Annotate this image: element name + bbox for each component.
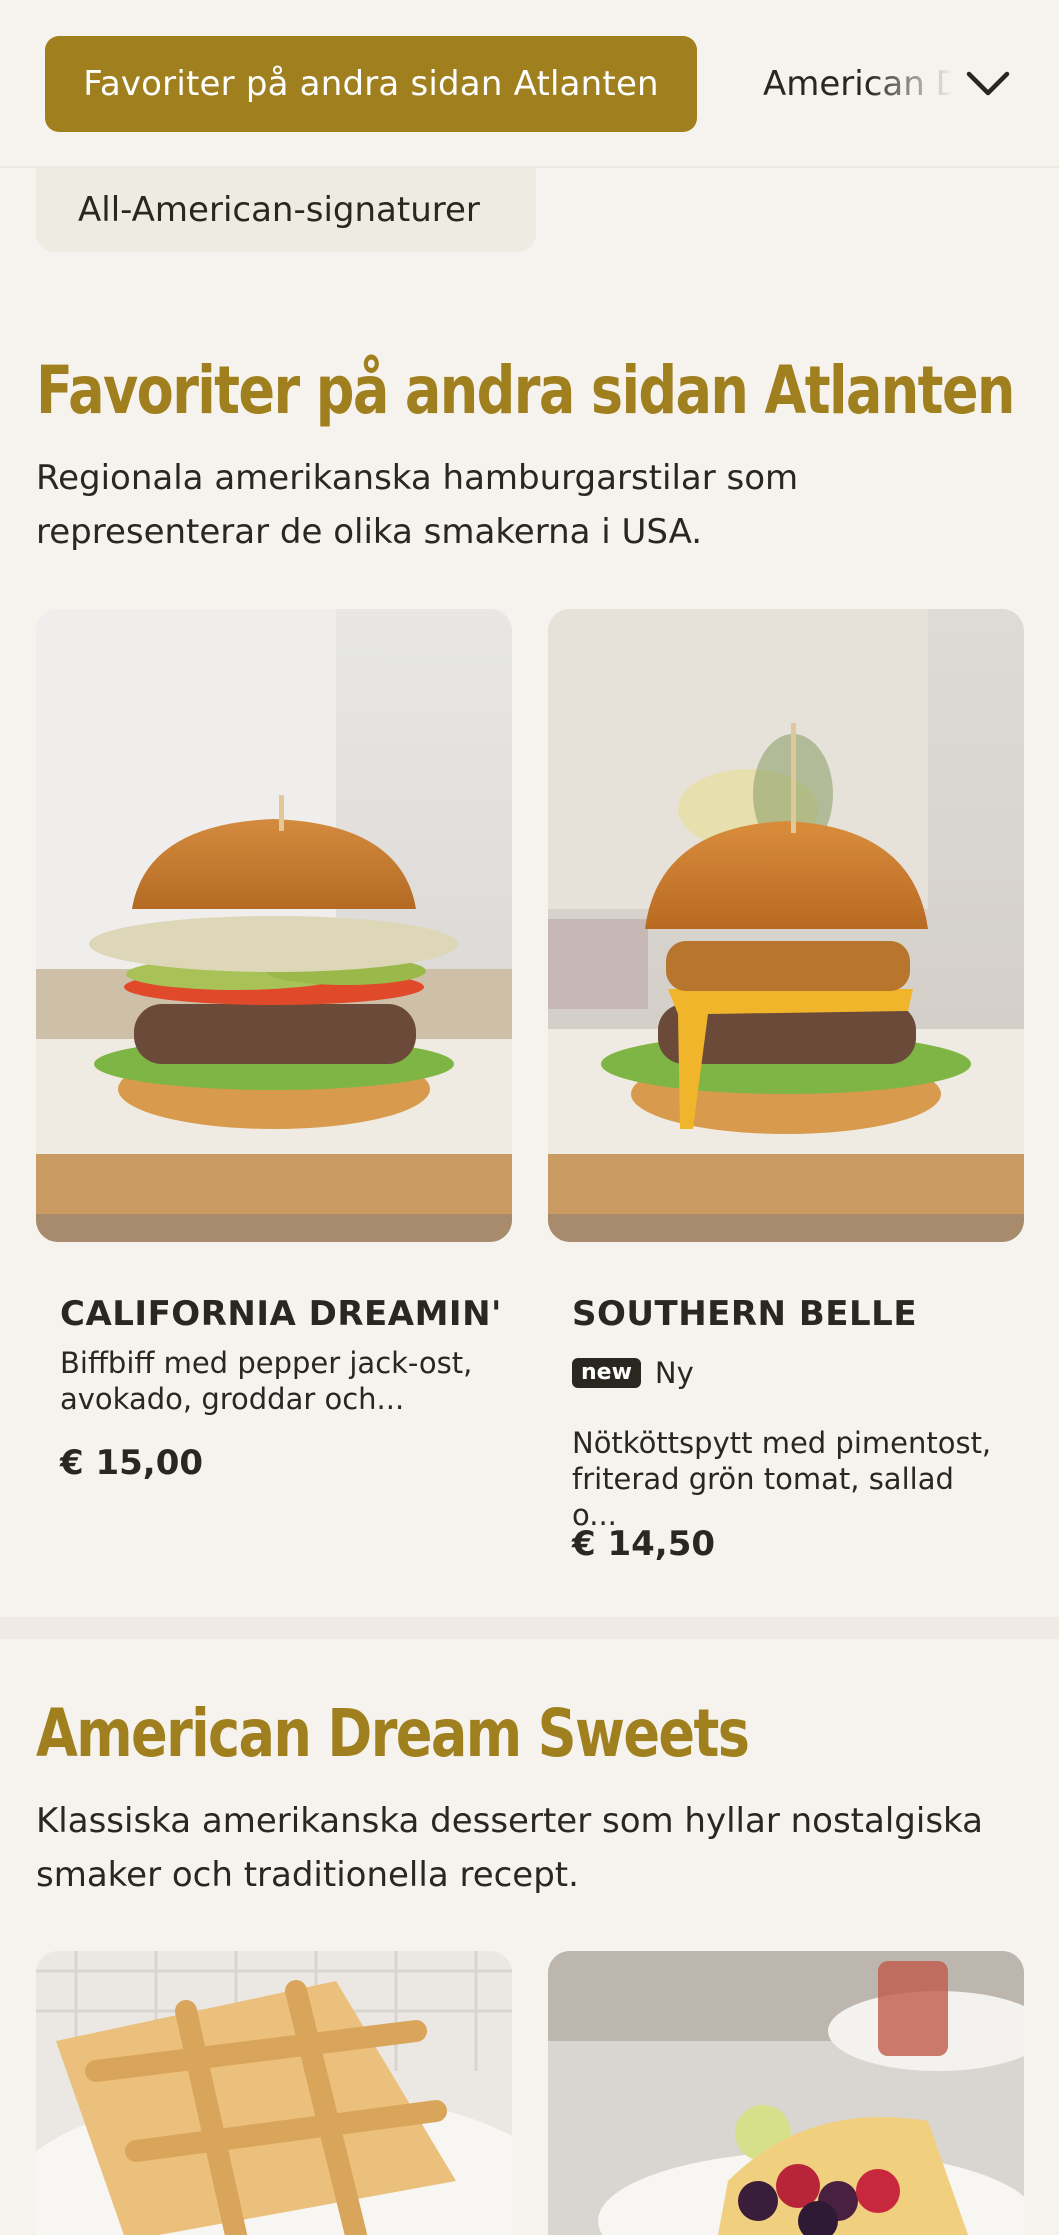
- menu-item-description: Nötköttspytt med pimentost, friterad grö…: [572, 1426, 992, 1532]
- section-description: Klassiska amerikanska desserter som hyll…: [36, 1801, 983, 1895]
- menu-item-price: € 14,50: [572, 1524, 716, 1564]
- burger-photo: [548, 609, 1024, 1242]
- section-title: American Dream Sweets: [36, 1695, 750, 1772]
- category-pill-active[interactable]: Favoriter på andra sidan Atlanten: [45, 36, 697, 132]
- chevron-down-icon[interactable]: [962, 58, 1014, 110]
- menu-item-description: Biffbiff med pepper jack-ost, avokado, g…: [60, 1346, 473, 1416]
- section-description: Regionala amerikanska hamburgarstilar so…: [36, 458, 799, 552]
- menu-item-name: SOUTHERN BELLE: [572, 1294, 918, 1334]
- menu-item-price: € 15,00: [60, 1443, 204, 1483]
- new-badge-row: new Ny: [572, 1356, 694, 1390]
- new-badge: new: [572, 1358, 641, 1388]
- category-pill-label: All-American-signaturer: [78, 190, 480, 230]
- category-pill-all-american[interactable]: All-American-signaturer: [36, 168, 536, 252]
- category-pill-label: Favoriter på andra sidan Atlanten: [83, 64, 659, 104]
- dessert-photo[interactable]: [548, 1951, 1024, 2235]
- burger-photo: [36, 609, 512, 1242]
- new-badge-label: Ny: [654, 1356, 694, 1390]
- section-divider: [0, 1617, 1059, 1639]
- category-pill-american-dream-sweets[interactable]: American Dream Sweets: [763, 36, 953, 132]
- category-nav-bar: Favoriter på andra sidan Atlanten Americ…: [0, 0, 1059, 168]
- section-title: Favoriter på andra sidan Atlanten: [36, 352, 1015, 429]
- dessert-photo[interactable]: [36, 1951, 512, 2235]
- menu-item-name: CALIFORNIA DREAMIN': [60, 1294, 502, 1334]
- category-pill-label: American Dream Sweets: [763, 64, 953, 104]
